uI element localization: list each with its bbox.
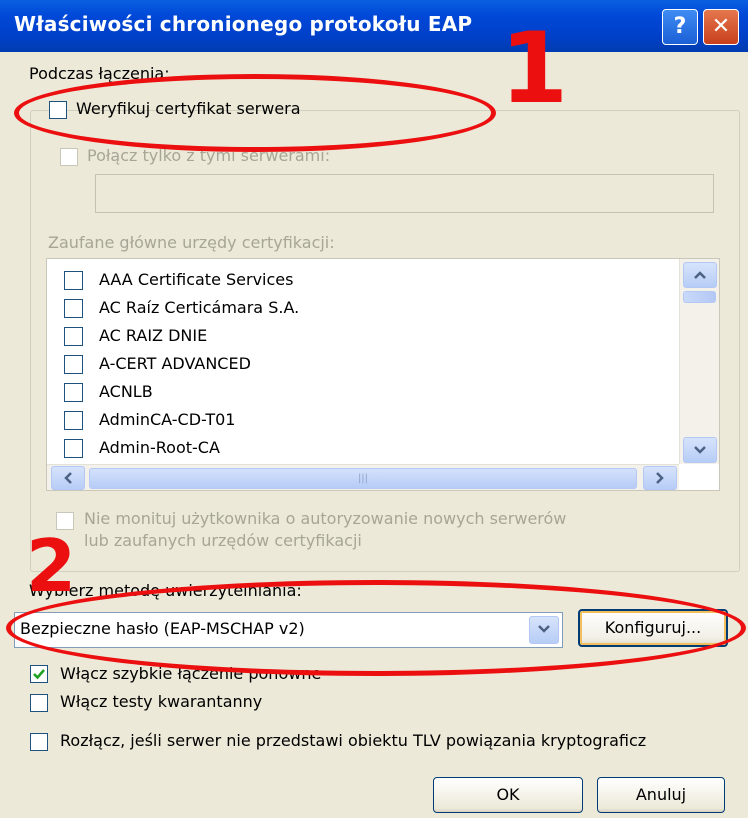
fast-reconnect-checkbox[interactable] bbox=[30, 665, 48, 683]
certificate-label: ACNLB bbox=[99, 382, 153, 401]
ok-label: OK bbox=[496, 785, 520, 804]
checkmark-icon bbox=[33, 669, 45, 680]
certificate-label: AC Raíz Certicámara S.A. bbox=[99, 298, 300, 317]
certificate-checkbox[interactable] bbox=[64, 355, 83, 374]
certificate-label: AAA Certificate Services bbox=[99, 270, 294, 289]
cancel-button[interactable]: Anuluj bbox=[597, 777, 725, 813]
scroll-left-button[interactable] bbox=[51, 466, 85, 490]
annotation-number-2: 2 bbox=[26, 524, 77, 608]
quarantine-label: Włącz testy kwarantanny bbox=[60, 692, 263, 711]
list-item[interactable]: A-CERT ADVANCED bbox=[47, 350, 677, 378]
scroll-right-button[interactable] bbox=[643, 466, 677, 490]
horizontal-scroll-thumb[interactable]: ||| bbox=[89, 468, 637, 489]
help-icon: ? bbox=[673, 14, 687, 39]
close-icon: ✕ bbox=[711, 14, 731, 39]
scroll-down-button[interactable] bbox=[683, 437, 717, 463]
list-item[interactable]: AC Raíz Certicámara S.A. bbox=[47, 294, 677, 322]
certificate-checkbox[interactable] bbox=[64, 299, 83, 318]
quarantine-checkbox[interactable] bbox=[30, 694, 48, 712]
connect-only-checkbox[interactable] bbox=[60, 148, 78, 166]
certificate-label: Admin-Root-CA bbox=[99, 438, 220, 457]
help-button[interactable]: ? bbox=[662, 9, 698, 45]
list-item[interactable]: Admin-Root-CA bbox=[47, 434, 677, 462]
disconnect-checkbox[interactable] bbox=[30, 733, 48, 751]
horizontal-scrollbar[interactable]: ||| bbox=[47, 464, 679, 490]
vertical-scrollbar[interactable] bbox=[679, 259, 719, 464]
certificate-label: A-CERT ADVANCED bbox=[99, 354, 251, 373]
servers-input[interactable] bbox=[95, 174, 714, 213]
scroll-up-button[interactable] bbox=[683, 262, 717, 288]
chevron-right-icon bbox=[656, 472, 664, 484]
disconnect-label: Rozłącz, jeśli serwer nie przedstawi obi… bbox=[60, 731, 647, 750]
list-item[interactable]: AAA Certificate Services bbox=[47, 266, 677, 294]
chevron-left-icon bbox=[64, 472, 72, 484]
annotation-number-1: 1 bbox=[500, 12, 569, 126]
ok-button[interactable]: OK bbox=[433, 777, 583, 813]
list-item[interactable]: AC RAIZ DNIE bbox=[47, 322, 677, 350]
certificate-label: AC RAIZ DNIE bbox=[99, 326, 208, 345]
list-item[interactable]: ACNLB bbox=[47, 378, 677, 406]
no-prompt-label-line2: lub zaufanych urzędów certyfikacji bbox=[84, 531, 362, 550]
annotation-oval-1 bbox=[14, 74, 496, 152]
chevron-up-icon bbox=[694, 271, 706, 279]
list-item[interactable]: AdminCA-CD-T01 bbox=[47, 406, 677, 434]
certificate-checkbox[interactable] bbox=[64, 383, 83, 402]
vertical-scroll-thumb[interactable] bbox=[683, 291, 716, 303]
trusted-roots-label: Zaufane główne urzędy certyfikacji: bbox=[48, 233, 335, 252]
certificate-checkbox[interactable] bbox=[64, 439, 83, 458]
certificate-checkbox[interactable] bbox=[64, 271, 83, 290]
certificate-checkbox[interactable] bbox=[64, 327, 83, 346]
grip-icon: ||| bbox=[357, 473, 369, 484]
certificate-list[interactable]: AAA Certificate Services AC Raíz Certicá… bbox=[46, 258, 720, 491]
certificate-checkbox[interactable] bbox=[64, 411, 83, 430]
close-button[interactable]: ✕ bbox=[703, 9, 739, 45]
no-prompt-label-line1: Nie monituj użytkownika o autoryzowanie … bbox=[84, 509, 567, 528]
cancel-label: Anuluj bbox=[635, 785, 687, 804]
chevron-down-icon bbox=[694, 446, 706, 454]
certificate-label: AdminCA-CD-T01 bbox=[99, 410, 236, 429]
annotation-oval-2 bbox=[6, 580, 746, 676]
window-title: Właściwości chronionego protokołu EAP bbox=[14, 12, 473, 36]
